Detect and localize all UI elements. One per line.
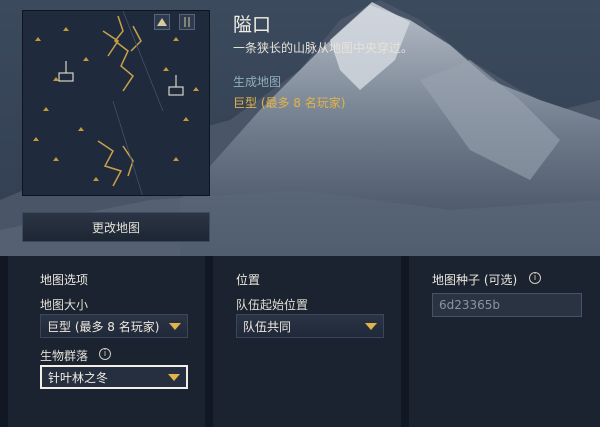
- map-size-label: 地图大小: [40, 298, 89, 312]
- map-size-value: 巨型 (最多 8 名玩家): [47, 319, 160, 334]
- chevron-down-icon: [365, 322, 377, 330]
- pass-icon[interactable]: [179, 14, 195, 30]
- info-icon[interactable]: i: [99, 348, 111, 360]
- generate-map-value: 巨型 (最多 8 名玩家): [233, 96, 346, 110]
- chevron-down-icon: [168, 373, 180, 381]
- biome-dropdown[interactable]: 针叶林之冬: [40, 365, 188, 389]
- team-start-dropdown[interactable]: 队伍共同: [236, 314, 384, 338]
- panel-divider: [205, 256, 213, 427]
- change-map-button[interactable]: 更改地图: [22, 212, 210, 242]
- panel-divider: [401, 256, 409, 427]
- generate-map-label: 生成地图: [233, 75, 282, 89]
- mountain-icon[interactable]: [154, 14, 170, 30]
- chevron-down-icon: [169, 322, 181, 330]
- map-options-heading: 地图选项: [40, 273, 89, 287]
- map-description: 一条狭长的山脉从地图中央穿过。: [233, 41, 414, 55]
- position-heading: 位置: [236, 273, 261, 287]
- biome-value: 针叶林之冬: [48, 370, 109, 385]
- map-preview-image: [23, 11, 209, 195]
- team-start-label: 队伍起始位置: [236, 298, 309, 312]
- info-icon[interactable]: i: [529, 272, 541, 284]
- map-title: 隘口: [233, 14, 272, 36]
- biome-label: 生物群落: [40, 349, 89, 363]
- map-size-dropdown[interactable]: 巨型 (最多 8 名玩家): [40, 314, 188, 338]
- seed-input[interactable]: [432, 293, 582, 317]
- team-start-value: 队伍共同: [243, 319, 292, 334]
- map-preview: [22, 10, 210, 196]
- seed-heading: 地图种子 (可选): [432, 273, 518, 287]
- panel-divider: [0, 256, 8, 427]
